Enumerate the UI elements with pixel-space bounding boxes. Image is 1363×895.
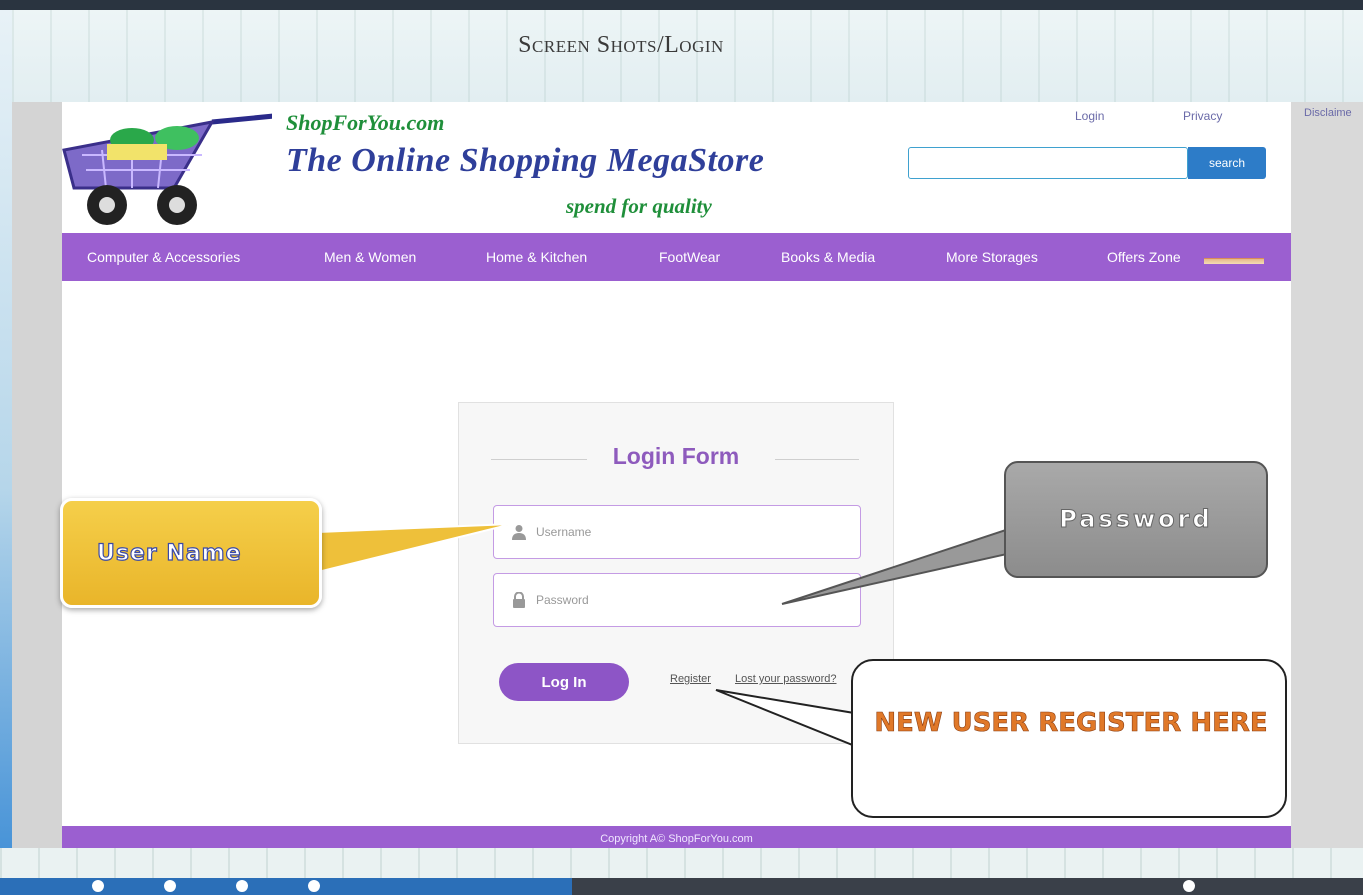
password-input[interactable] (536, 589, 836, 611)
main-nav: Computer & Accessories Men & Women Home … (62, 233, 1291, 281)
slide-title: Screen Shots/Login (518, 32, 724, 58)
slide-left-edge (0, 10, 12, 878)
slide-dot-icon (164, 880, 176, 892)
search-button[interactable]: search (1188, 147, 1266, 179)
offers-flag-icon (1204, 258, 1264, 264)
copyright-text: Copyright A© ShopForYou.com (600, 833, 753, 845)
top-login-link[interactable]: Login (1075, 109, 1104, 123)
slide-top-bar (0, 0, 1363, 10)
top-privacy-link[interactable]: Privacy (1183, 109, 1222, 123)
username-field[interactable] (493, 505, 861, 559)
site-subtagline: spend for quality (566, 194, 712, 218)
nav-item-men-women[interactable]: Men & Women (324, 249, 416, 265)
register-callout-text: NEW USER REGISTER HERE (874, 708, 1268, 739)
slide-bottom-band (0, 848, 1363, 878)
slide-dot-icon (308, 880, 320, 892)
nav-item-offers-zone[interactable]: Offers Zone (1107, 249, 1181, 265)
register-link[interactable]: Register (670, 673, 711, 685)
user-icon (512, 525, 526, 540)
lost-password-link[interactable]: Lost your password? (735, 673, 837, 685)
slide-dot-icon (92, 880, 104, 892)
page-gutter (1291, 102, 1363, 854)
login-form-title: Login Form (612, 443, 740, 469)
slide-footer-left (0, 878, 572, 895)
slide-footer-right (572, 878, 1363, 895)
brand-name: ShopForYou.com (286, 110, 445, 135)
slide-dot-icon (1183, 880, 1195, 892)
password-callout-text: Password (1059, 505, 1213, 534)
shopping-cart-logo-icon (62, 113, 272, 225)
password-callout: Password (1004, 461, 1268, 578)
nav-item-home-kitchen[interactable]: Home & Kitchen (486, 249, 587, 265)
disclaimer-link[interactable]: Disclaime (1304, 107, 1352, 119)
password-field[interactable] (493, 573, 861, 627)
slide-dot-icon (236, 880, 248, 892)
user-name-callout-text: User Name (96, 540, 242, 566)
register-callout: NEW USER REGISTER HERE (851, 659, 1287, 818)
nav-item-more-storages[interactable]: More Storages (946, 249, 1038, 265)
lock-icon (513, 592, 525, 608)
login-button[interactable]: Log In (499, 663, 629, 701)
user-name-callout: User Name (60, 498, 322, 608)
nav-item-computer-accessories[interactable]: Computer & Accessories (87, 249, 240, 265)
nav-item-footwear[interactable]: FootWear (659, 249, 720, 265)
login-form: Login Form Log In Register Lost your pas… (458, 402, 894, 744)
nav-item-books-media[interactable]: Books & Media (781, 249, 875, 265)
search-input[interactable] (908, 147, 1188, 179)
username-input[interactable] (536, 521, 836, 543)
slide-header: Screen Shots/Login (12, 10, 1363, 102)
site-tagline: The Online Shopping MegaStore (286, 142, 765, 179)
